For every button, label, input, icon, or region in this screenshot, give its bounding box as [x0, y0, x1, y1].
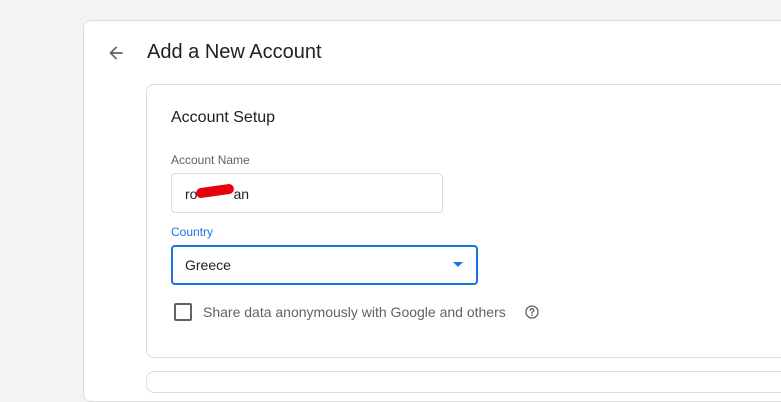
account-name-label: Account Name [171, 153, 250, 167]
share-data-label: Share data anonymously with Google and o… [203, 304, 506, 320]
dropdown-arrow-icon [453, 262, 463, 267]
back-button[interactable] [103, 40, 129, 66]
arrow-back-icon [109, 46, 123, 60]
section-title: Account Setup [171, 109, 276, 126]
country-label: Country [171, 225, 214, 239]
page-title: Add a New Account [147, 41, 322, 63]
next-section-card [146, 371, 781, 393]
country-select[interactable]: Greece [171, 245, 478, 285]
help-circle-icon[interactable] [524, 304, 540, 320]
country-selected-value: Greece [185, 257, 231, 273]
share-data-checkbox[interactable] [174, 303, 192, 321]
